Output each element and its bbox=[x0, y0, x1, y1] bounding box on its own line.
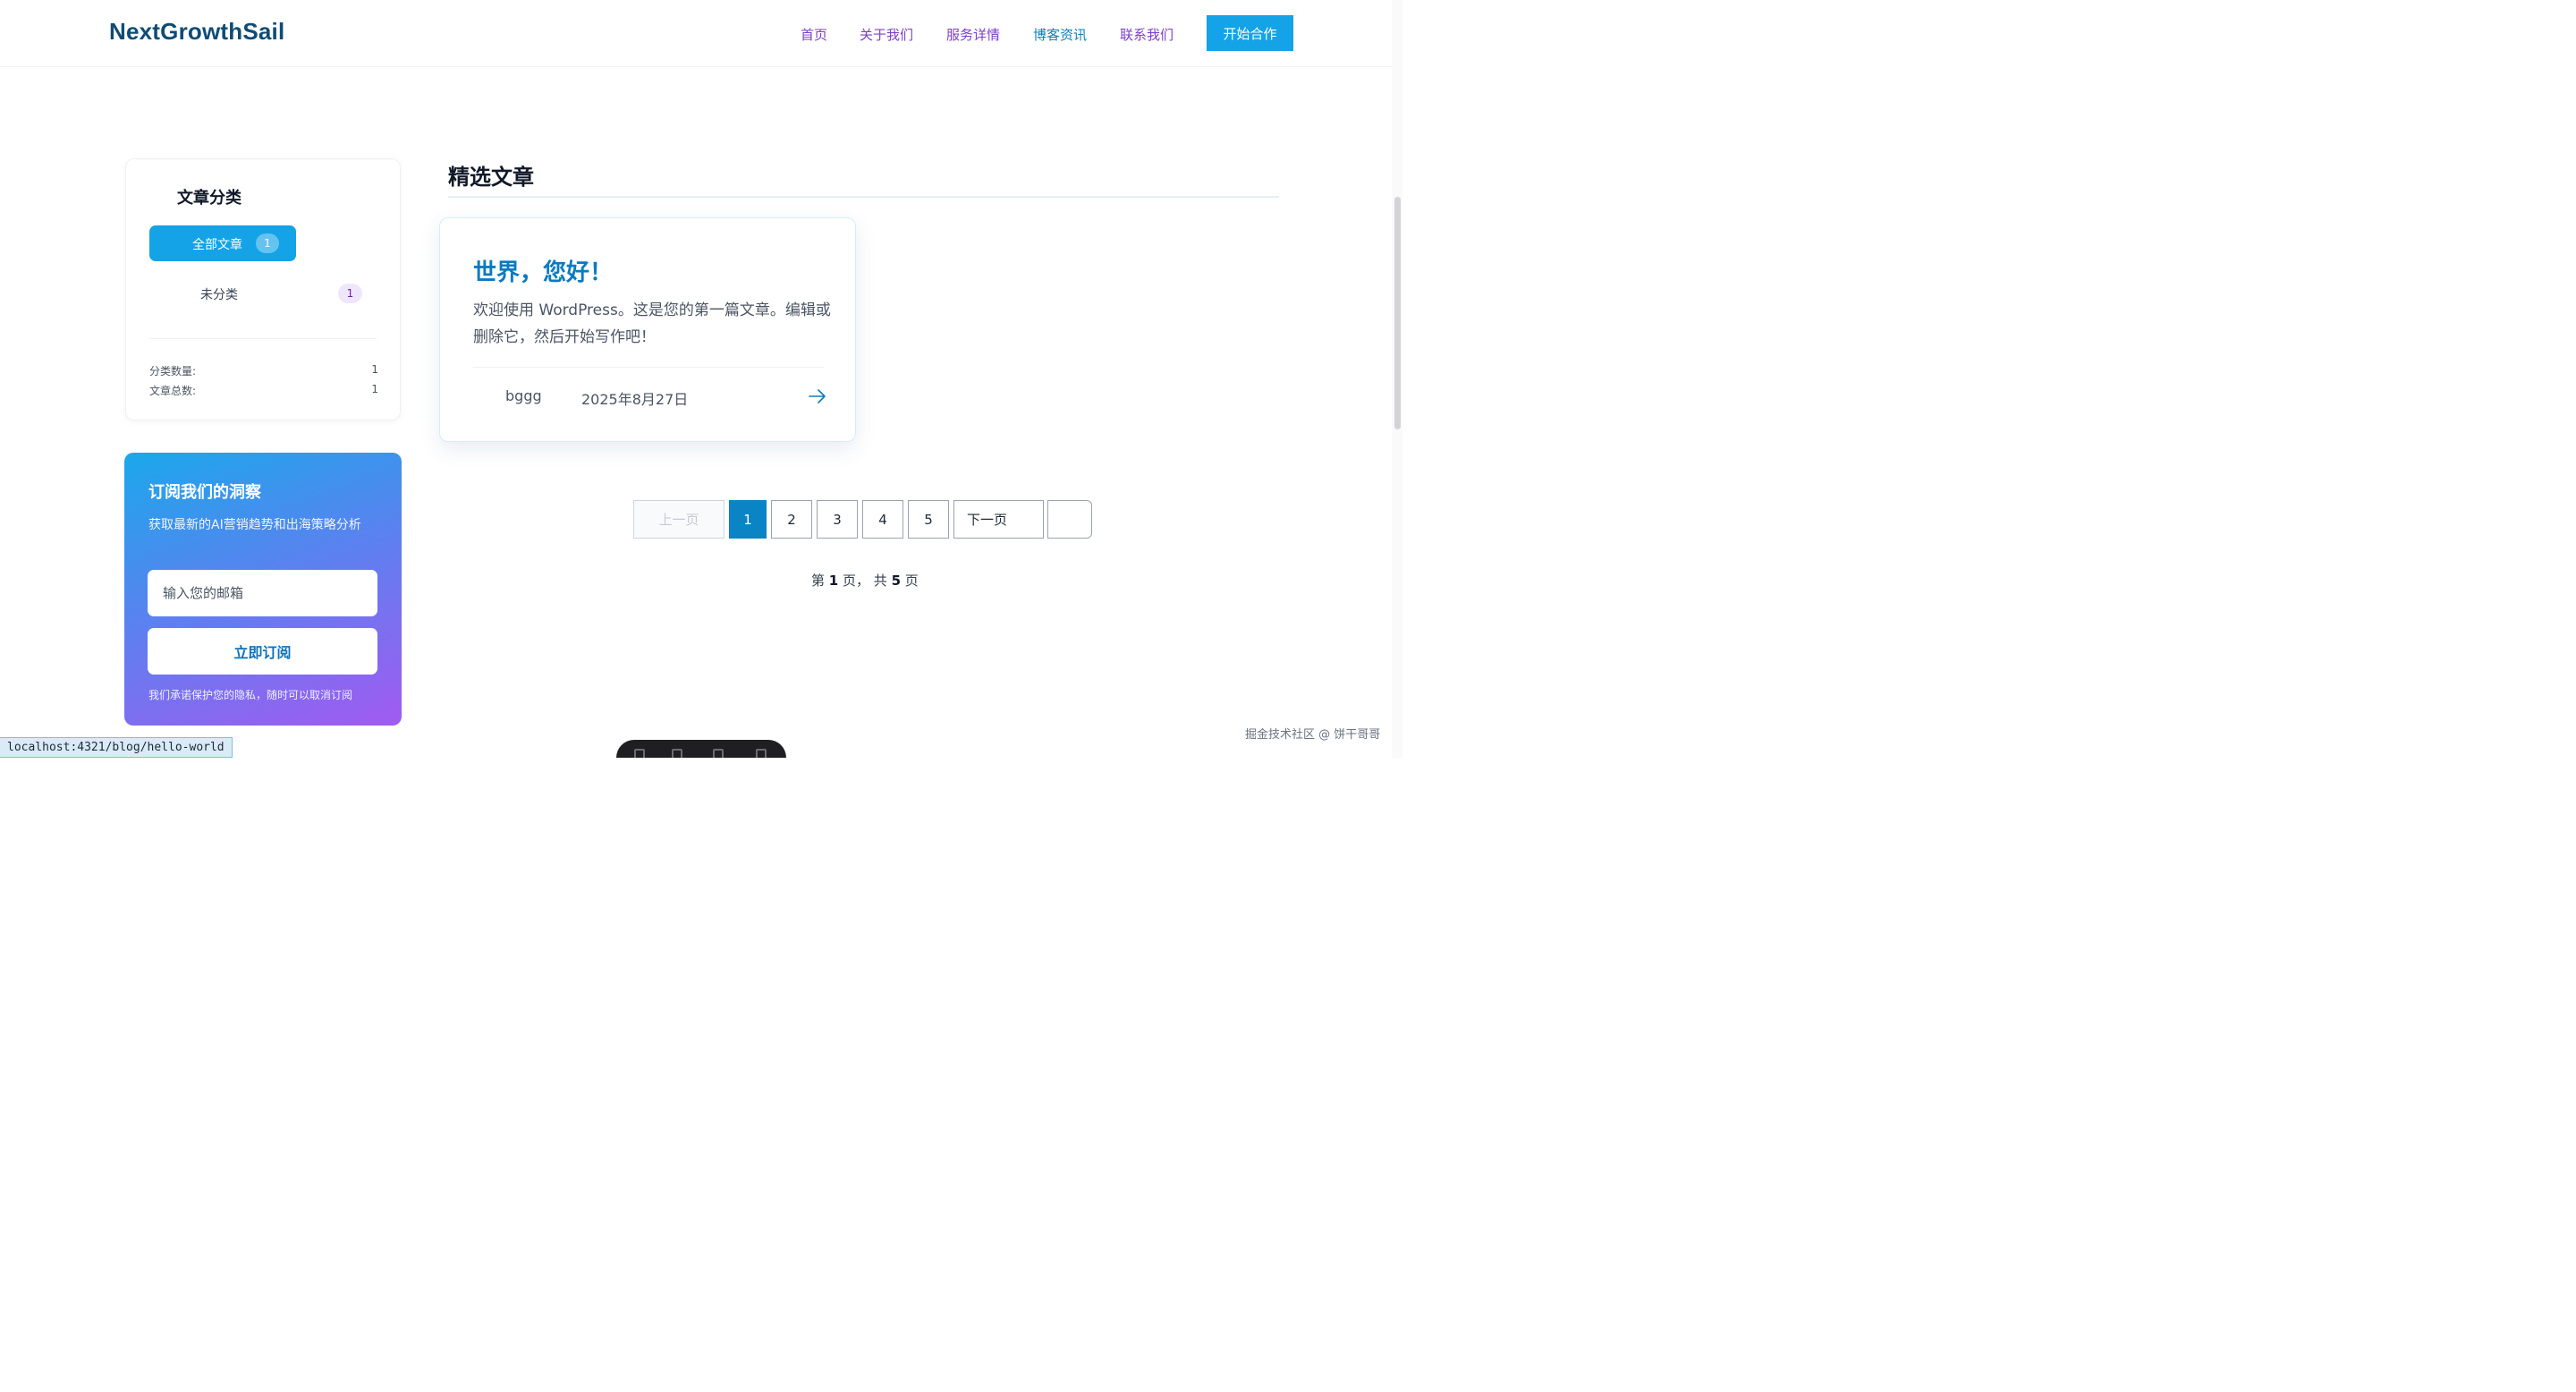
category-item-all[interactable]: 全部文章 1 bbox=[149, 225, 296, 261]
nav-link-contact[interactable]: 联系我们 bbox=[1120, 25, 1174, 44]
watermark: 掘金技术社区 @ 饼干哥哥 bbox=[1245, 728, 1381, 742]
page-button-5[interactable]: 5 bbox=[908, 500, 949, 539]
category-count-badge: 1 bbox=[338, 284, 362, 303]
nav-link-home[interactable]: 首页 bbox=[801, 25, 827, 44]
subscribe-title: 订阅我们的洞察 bbox=[148, 483, 261, 502]
next-page-button[interactable]: 下一页 bbox=[953, 500, 1044, 539]
start-cooperation-button[interactable]: 开始合作 bbox=[1207, 15, 1293, 51]
category-label: 全部文章 bbox=[192, 238, 242, 252]
page-button-3[interactable]: 3 bbox=[817, 500, 858, 539]
subscribe-description: 获取最新的AI营销趋势和出海策略分析 bbox=[148, 518, 361, 532]
site-logo[interactable]: NextGrowthSail bbox=[109, 18, 284, 46]
prev-page-button[interactable]: 上一页 bbox=[633, 500, 724, 539]
categories-title: 文章分类 bbox=[177, 189, 242, 208]
page-button-2[interactable]: 2 bbox=[771, 500, 812, 539]
stat-label: 文章总数: bbox=[149, 385, 197, 397]
page: NextGrowthSail 首页 关于我们 服务详情 博客资讯 联系我们 开始… bbox=[0, 0, 1402, 758]
post-card[interactable]: 世界，您好！ 欢迎使用 WordPress。这是您的第一篇文章。编辑或删除它，然… bbox=[439, 217, 856, 442]
post-author: bggg bbox=[505, 387, 542, 404]
post-date: 2025年8月27日 bbox=[581, 391, 689, 408]
toolbar-icon[interactable] bbox=[634, 749, 645, 758]
divider bbox=[473, 367, 824, 368]
page-info: 第 1 页， 共 5 页 bbox=[811, 571, 919, 590]
email-input[interactable] bbox=[148, 570, 377, 616]
stat-label: 分类数量: bbox=[149, 365, 197, 378]
divider bbox=[149, 338, 377, 339]
floating-toolbar[interactable] bbox=[616, 740, 786, 758]
page-info-current: 1 bbox=[828, 573, 839, 589]
section-title: 精选文章 bbox=[448, 165, 534, 190]
toolbar-icon[interactable] bbox=[713, 749, 724, 758]
site-header: NextGrowthSail 首页 关于我们 服务详情 博客资讯 联系我们 开始… bbox=[0, 0, 1402, 67]
categories-card: 文章分类 全部文章 1 未分类 1 分类数量: 1 文章总数: 1 bbox=[125, 158, 401, 420]
stat-category-count: 分类数量: 1 bbox=[149, 363, 378, 378]
status-bar-url: localhost:4321/blog/hello-world bbox=[0, 737, 233, 758]
toolbar-icon[interactable] bbox=[672, 749, 682, 758]
arrow-right-icon[interactable] bbox=[807, 386, 828, 407]
subscribe-card: 订阅我们的洞察 获取最新的AI营销趋势和出海策略分析 立即订阅 我们承诺保护您的… bbox=[124, 453, 402, 726]
stat-value: 1 bbox=[371, 363, 378, 376]
gear-icon[interactable] bbox=[756, 749, 767, 758]
page-info-prefix: 第 bbox=[811, 573, 826, 589]
subscribe-button[interactable]: 立即订阅 bbox=[148, 628, 377, 675]
nav-link-about[interactable]: 关于我们 bbox=[860, 25, 913, 44]
category-label: 未分类 bbox=[200, 288, 238, 302]
section-underline bbox=[448, 196, 1279, 198]
page-button-4[interactable]: 4 bbox=[862, 500, 903, 539]
post-excerpt: 欢迎使用 WordPress。这是您的第一篇文章。编辑或删除它，然后开始写作吧！ bbox=[473, 301, 831, 346]
page-info-suffix: 页 bbox=[904, 573, 919, 589]
nav-link-services[interactable]: 服务详情 bbox=[946, 25, 1000, 44]
page-info-mid: 页， 共 bbox=[843, 573, 887, 589]
last-page-button[interactable] bbox=[1047, 500, 1092, 539]
category-count-badge: 1 bbox=[256, 233, 279, 253]
page-button-1[interactable]: 1 bbox=[729, 500, 767, 539]
scrollbar-thumb[interactable] bbox=[1394, 197, 1401, 429]
category-item-uncategorized[interactable]: 未分类 1 bbox=[149, 276, 362, 311]
stat-post-count: 文章总数: 1 bbox=[149, 383, 378, 398]
page-info-total: 5 bbox=[891, 573, 902, 589]
nav-link-blog[interactable]: 博客资讯 bbox=[1033, 25, 1087, 44]
stat-value: 1 bbox=[371, 383, 378, 395]
post-title[interactable]: 世界，您好！ bbox=[473, 254, 613, 287]
privacy-note: 我们承诺保护您的隐私，随时可以取消订阅 bbox=[148, 689, 353, 701]
